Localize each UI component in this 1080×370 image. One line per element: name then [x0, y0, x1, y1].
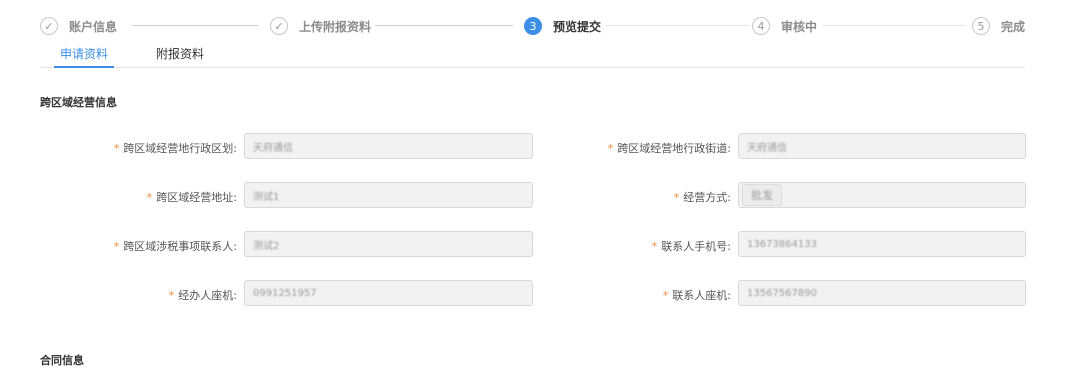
required-mark: *: [673, 191, 680, 204]
input-value: 13567567890: [747, 287, 817, 299]
step-label: 完成: [1001, 19, 1026, 34]
required-mark: *: [607, 142, 614, 155]
step-connector: [375, 25, 513, 26]
label-text: 跨区域经营地行政区划:: [123, 142, 237, 155]
required-mark: *: [146, 191, 153, 204]
tab-attached-materials[interactable]: 附报资料: [156, 45, 204, 66]
field-label-street: * 跨区域经营地行政街道:: [608, 140, 731, 156]
section-title-contract: 合同信息: [40, 354, 84, 367]
step-connector: [822, 25, 966, 26]
step-label: 上传附报资料: [299, 19, 372, 34]
input-value: 测试2: [253, 240, 280, 252]
required-mark: *: [662, 289, 669, 302]
street-input[interactable]: 天府通信: [738, 133, 1026, 159]
landline-input[interactable]: 0991251957: [244, 280, 533, 306]
field-label-landline: * 经办人座机:: [169, 287, 237, 303]
field-label-tax-contact: * 跨区域涉税事项联系人:: [114, 238, 237, 254]
field-label-mobile: * 联系人手机号:: [652, 238, 731, 254]
label-text: 经营方式:: [683, 191, 731, 204]
check-icon: ✓: [40, 17, 58, 35]
mobile-input[interactable]: 13673864133: [738, 231, 1026, 257]
input-value: 13673864133: [747, 238, 817, 250]
step-number-icon: 3: [524, 17, 542, 35]
input-value: 天府通信: [747, 142, 787, 154]
input-value: 天府通信: [253, 142, 293, 154]
step-number-icon: 5: [972, 17, 990, 35]
tab-bar: 申请资料 附报资料: [40, 45, 1025, 68]
check-icon: ✓: [270, 17, 288, 35]
label-text: 跨区域经营地址:: [156, 191, 237, 204]
label-text: 经办人座机:: [178, 289, 237, 302]
step-label: 审核中: [781, 19, 818, 34]
contact-landline-input[interactable]: 13567567890: [738, 280, 1026, 306]
required-mark: *: [168, 289, 175, 302]
step-number-icon: 4: [752, 17, 770, 35]
step-label: 预览提交: [553, 19, 602, 34]
region-input[interactable]: 天府通信: [244, 133, 533, 159]
required-mark: *: [113, 240, 120, 253]
tab-application-materials[interactable]: 申请资料: [53, 45, 115, 68]
step-connector: [132, 25, 258, 26]
step-label: 账户信息: [69, 19, 118, 34]
required-mark: *: [113, 142, 120, 155]
field-label-business-mode: * 经营方式:: [674, 189, 731, 205]
tax-contact-input[interactable]: 测试2: [244, 231, 533, 257]
input-value: 0991251957: [253, 287, 317, 299]
field-label-contact-landline: * 联系人座机:: [663, 287, 731, 303]
label-text: 联系人手机号:: [661, 240, 731, 253]
section-title-cross-region: 跨区域经营信息: [40, 96, 117, 109]
field-label-region: * 跨区域经营地行政区划:: [114, 140, 237, 156]
business-mode-tag[interactable]: 批发: [742, 184, 782, 206]
label-text: 跨区域涉税事项联系人:: [123, 240, 237, 253]
input-value: 测试1: [253, 191, 280, 203]
required-mark: *: [651, 240, 658, 253]
address-input[interactable]: 测试1: [244, 182, 533, 208]
field-label-address: * 跨区域经营地址:: [147, 189, 237, 205]
step-upload-materials: ✓ 上传附报资料: [270, 15, 371, 37]
label-text: 联系人座机:: [672, 289, 731, 302]
step-under-review: 4 审核中: [752, 15, 817, 37]
tag-text: 批发: [751, 189, 773, 202]
step-preview-submit: 3 预览提交: [524, 15, 601, 37]
step-account-info: ✓ 账户信息: [40, 15, 117, 37]
progress-steps: ✓ 账户信息 ✓ 上传附报资料 3 预览提交 4 审核中 5 完成: [40, 15, 1025, 37]
step-complete: 5 完成: [972, 15, 1025, 37]
label-text: 跨区域经营地行政街道:: [617, 142, 731, 155]
step-connector: [605, 25, 750, 26]
